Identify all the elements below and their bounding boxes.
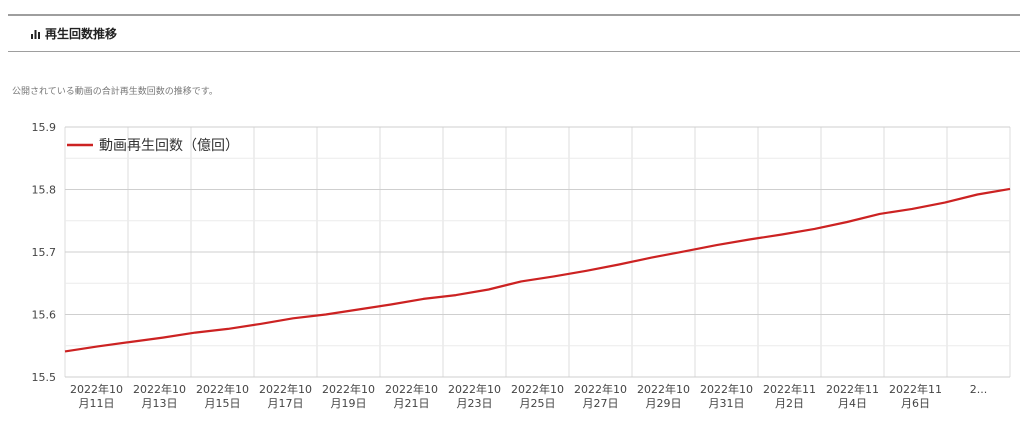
y-tick-label: 15.7	[32, 246, 57, 259]
x-tick-label: 2022年10 月21日	[385, 382, 438, 410]
x-tick-label: 2022年10 月17日	[259, 382, 312, 410]
y-tick-label: 15.9	[32, 121, 57, 134]
y-tick-label: 15.8	[32, 184, 57, 197]
chart-description: 公開されている動画の合計再生数回数の推移です。	[12, 87, 218, 97]
x-tick-label: 2022年10 月23日	[448, 382, 501, 410]
x-tick-label: 2...	[970, 383, 988, 396]
x-tick-label: 2022年10 月29日	[637, 382, 690, 410]
x-tick-label: 2022年10 月13日	[133, 382, 186, 410]
x-tick-label: 2022年10 月31日	[700, 382, 753, 410]
bar-chart-icon	[31, 30, 40, 39]
panel-title: 再生回数推移	[45, 27, 118, 41]
x-tick-label: 2022年11 月4日	[826, 382, 879, 410]
views-line-chart: 15.5 15.6 15.7 15.8 15.9 2022年10 月11日 2022年10 月1…	[32, 121, 1011, 410]
series-line	[64, 187, 1011, 353]
panel-header: 再生回数推移	[8, 14, 1020, 52]
x-tick-label: 2022年10 月25日	[511, 382, 564, 410]
y-tick-label: 15.6	[32, 309, 57, 322]
x-tick-label: 2022年11 月6日	[889, 382, 942, 410]
x-tick-label: 2022年10 月15日	[196, 382, 249, 410]
x-tick-label: 2022年10 月19日	[322, 382, 375, 410]
y-tick-label: 15.5	[32, 371, 57, 384]
x-tick-label: 2022年11 月2日	[763, 382, 816, 410]
x-tick-label: 2022年10 月11日	[70, 382, 123, 410]
legend-label: 動画再生回数（億回）	[99, 138, 239, 154]
x-tick-label: 2022年10 月27日	[574, 382, 627, 410]
